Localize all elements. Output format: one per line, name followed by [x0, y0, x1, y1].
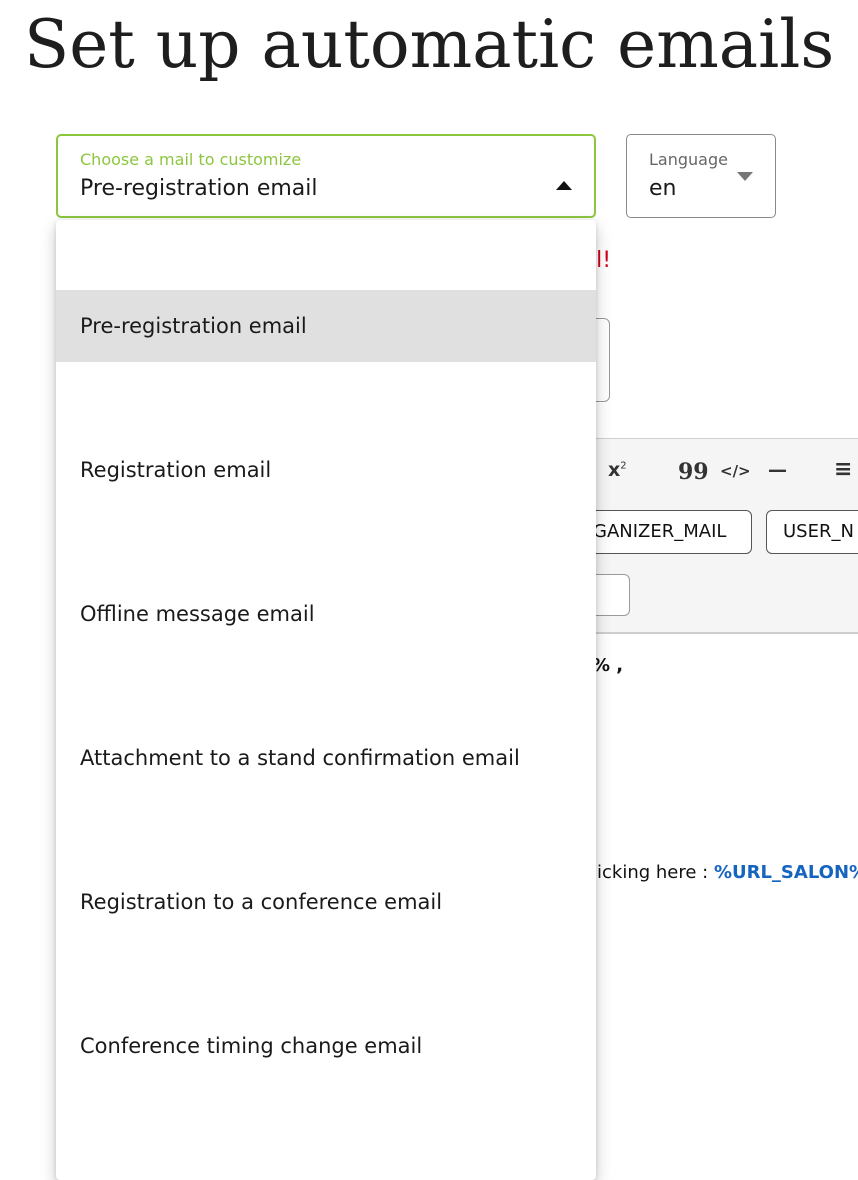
superscript-mark: 2: [620, 460, 627, 472]
superscript-icon[interactable]: x2: [608, 459, 627, 481]
ordered-list-icon[interactable]: ≡: [834, 457, 852, 482]
mail-select-label: Choose a mail to customize: [80, 150, 302, 169]
option-conference-registration-email[interactable]: Registration to a conference email: [56, 866, 596, 938]
language-select[interactable]: Language en: [626, 134, 776, 218]
mail-select[interactable]: Choose a mail to customize Pre-registrat…: [56, 134, 596, 218]
page-title: Set up automatic emails: [24, 6, 835, 83]
mail-select-value: Pre-registration email: [80, 176, 318, 201]
caret-up-icon: [556, 181, 572, 190]
caret-down-icon: [737, 172, 753, 181]
code-icon[interactable]: </>: [720, 462, 751, 480]
option-pre-registration-email[interactable]: Pre-registration email: [56, 290, 596, 362]
quote-icon[interactable]: 99: [678, 459, 709, 485]
horizontal-rule-icon[interactable]: —: [768, 459, 787, 481]
superscript-glyph: x: [608, 459, 621, 481]
editor-link-prefix: licking here :: [592, 862, 714, 883]
option-conference-timing-change-email[interactable]: Conference timing change email: [56, 1010, 596, 1082]
language-select-label: Language: [649, 150, 728, 169]
option-offline-message-email[interactable]: Offline message email: [56, 578, 596, 650]
tag-user-name-button[interactable]: USER_N: [766, 510, 858, 554]
editor-greeting: % ,: [592, 655, 624, 676]
option-registration-email[interactable]: Registration email: [56, 434, 596, 506]
language-select-value: en: [649, 176, 677, 201]
option-stand-confirmation-email[interactable]: Attachment to a stand confirmation email: [56, 722, 596, 794]
editor-link-line: licking here : %URL_SALON%: [592, 862, 858, 883]
salon-url-link[interactable]: %URL_SALON%: [714, 862, 858, 883]
mail-options-menu: Pre-registration email Registration emai…: [56, 220, 596, 1180]
